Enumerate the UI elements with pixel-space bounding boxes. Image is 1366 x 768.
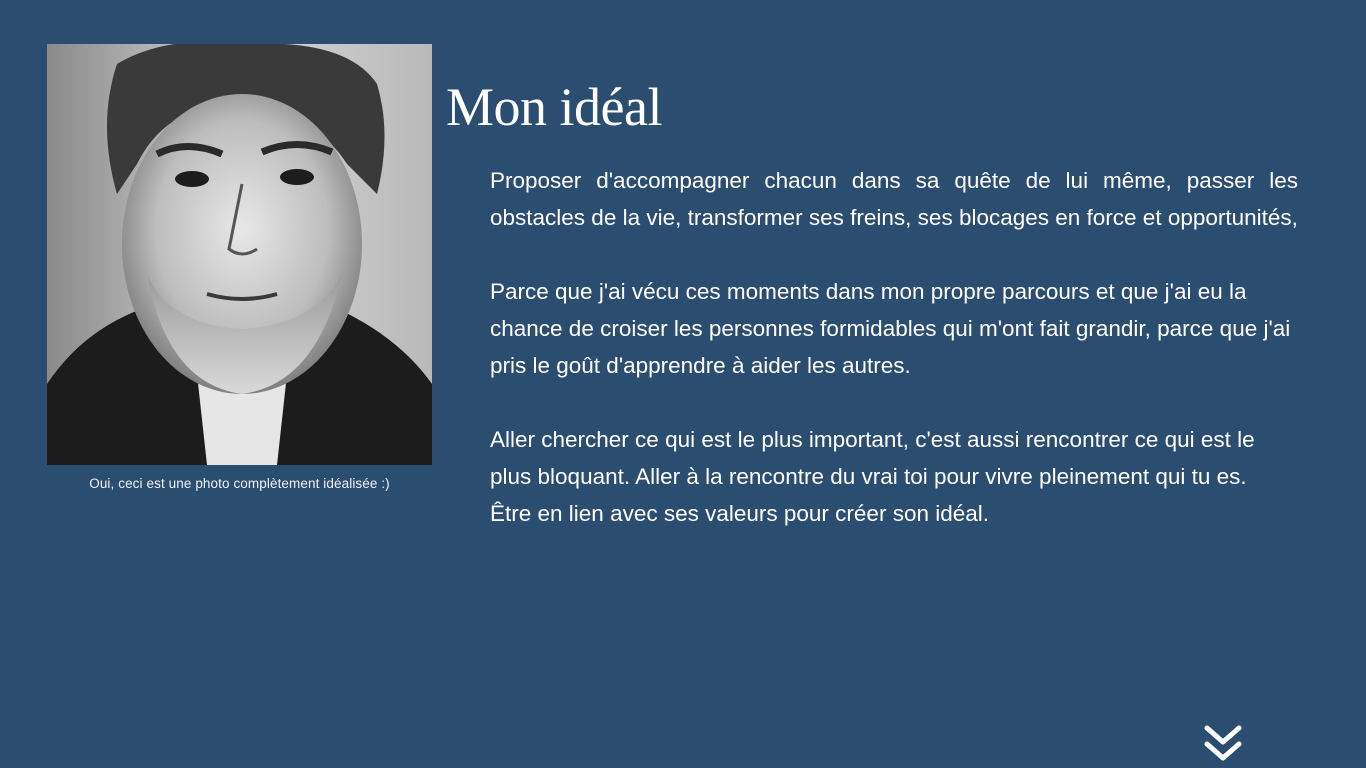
- paragraph-encounter: Aller chercher ce qui est le plus import…: [490, 427, 1255, 489]
- scroll-down-button[interactable]: [1203, 724, 1243, 764]
- portrait-image: [47, 44, 432, 465]
- section-title: Mon idéal: [446, 77, 662, 137]
- section-body: Proposer d'accompagner chacun dans sa qu…: [490, 162, 1298, 532]
- photo-caption: Oui, ceci est une photo complètement idé…: [89, 476, 390, 491]
- page: Oui, ceci est une photo complètement idé…: [0, 0, 1366, 768]
- paragraph-values: Être en lien avec ses valeurs pour créer…: [490, 501, 990, 526]
- double-chevron-down-icon: [1204, 725, 1242, 761]
- paragraph-mission: Proposer d'accompagner chacun dans sa qu…: [490, 168, 1298, 230]
- portrait-photo: [47, 44, 432, 465]
- paragraph-experience: Parce que j'ai vécu ces moments dans mon…: [490, 279, 1291, 378]
